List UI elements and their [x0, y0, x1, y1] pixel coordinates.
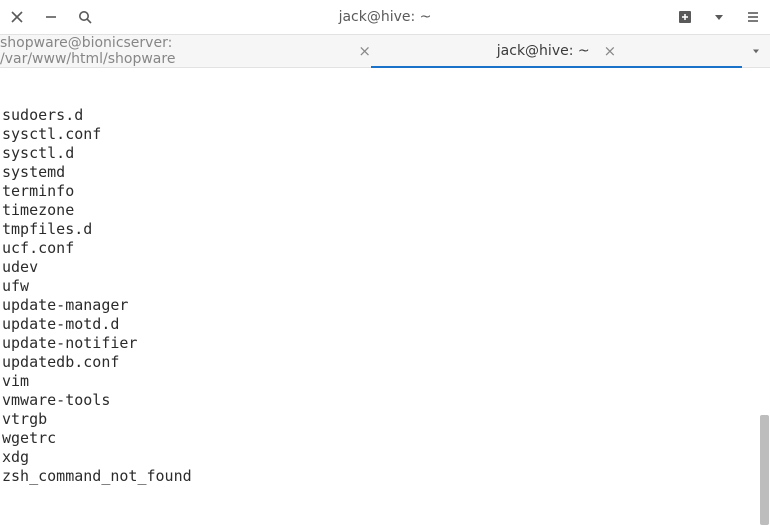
tab-shopware[interactable]: shopware@bionicserver: /var/www/html/sho… — [0, 35, 371, 67]
listing-line: update-motd.d — [2, 315, 768, 334]
hamburger-menu-icon[interactable] — [744, 8, 762, 26]
tabbar: shopware@bionicserver: /var/www/html/sho… — [0, 34, 770, 68]
close-window-icon[interactable] — [8, 8, 26, 26]
listing-line: ucf.conf — [2, 239, 768, 258]
listing-line: sudoers.d — [2, 106, 768, 125]
listing-line: vmware-tools — [2, 391, 768, 410]
scrollbar[interactable] — [760, 68, 769, 525]
listing-line: udev — [2, 258, 768, 277]
new-tab-icon[interactable] — [676, 8, 694, 26]
close-tab-icon[interactable]: × — [358, 42, 371, 60]
terminal-output[interactable]: sudoers.dsysctl.confsysctl.dsystemdtermi… — [0, 68, 770, 525]
listing-line: tmpfiles.d — [2, 220, 768, 239]
listing-line: zsh_command_not_found — [2, 467, 768, 486]
listing-line: xdg — [2, 448, 768, 467]
tabs-overflow-dropdown[interactable] — [742, 35, 770, 67]
close-tab-icon[interactable]: × — [604, 42, 617, 60]
listing-line: timezone — [2, 201, 768, 220]
search-icon[interactable] — [76, 8, 94, 26]
listing-line: ufw — [2, 277, 768, 296]
tab-jack-hive[interactable]: jack@hive: ~ × — [371, 35, 742, 67]
titlebar: jack@hive: ~ — [0, 0, 770, 34]
listing-line: update-notifier — [2, 334, 768, 353]
listing-line: sysctl.conf — [2, 125, 768, 144]
listing-line: systemd — [2, 163, 768, 182]
new-tab-dropdown-icon[interactable] — [710, 8, 728, 26]
tab-label: shopware@bionicserver: /var/www/html/sho… — [0, 35, 344, 67]
listing-line: vtrgb — [2, 410, 768, 429]
scrollbar-thumb[interactable] — [760, 415, 769, 525]
listing-line: vim — [2, 372, 768, 391]
listing-line: update-manager — [2, 296, 768, 315]
tab-label: jack@hive: ~ — [497, 43, 590, 59]
minimize-window-icon[interactable] — [42, 8, 60, 26]
listing-line: updatedb.conf — [2, 353, 768, 372]
listing-line: wgetrc — [2, 429, 768, 448]
window-title: jack@hive: ~ — [94, 9, 676, 25]
listing-line: terminfo — [2, 182, 768, 201]
listing-line: sysctl.d — [2, 144, 768, 163]
